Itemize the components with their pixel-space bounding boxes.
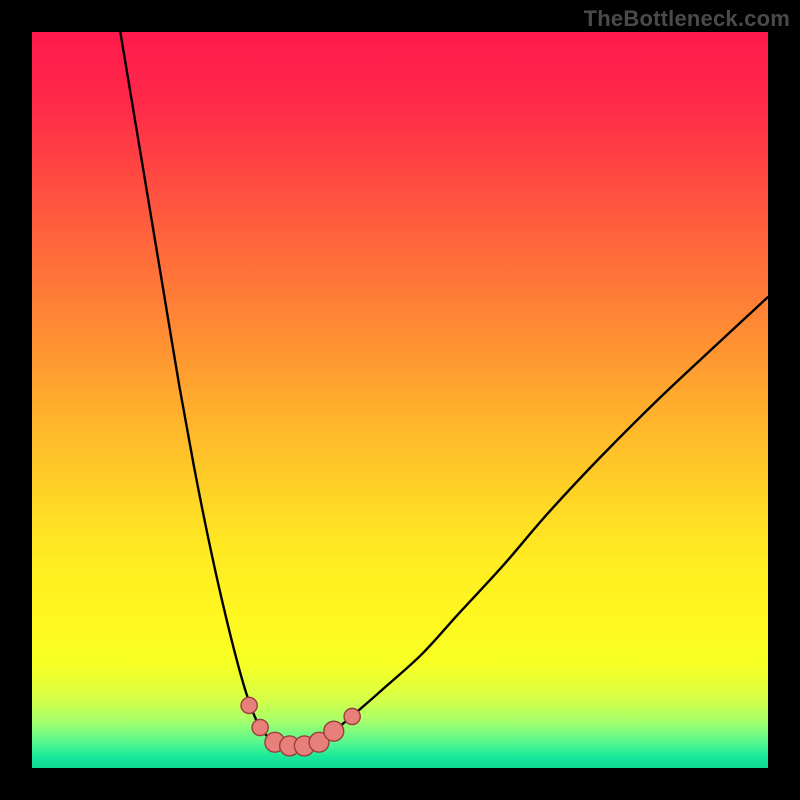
optimal-marker: [324, 721, 344, 741]
curve-layer: [32, 32, 768, 768]
optimal-markers: [241, 697, 360, 756]
plot-area: [32, 32, 768, 768]
watermark-label: TheBottleneck.com: [584, 6, 790, 32]
optimal-marker: [344, 708, 360, 724]
outer-frame: TheBottleneck.com: [0, 0, 800, 800]
bottleneck-curve: [120, 32, 768, 746]
optimal-marker: [252, 719, 268, 735]
optimal-marker: [241, 697, 257, 713]
